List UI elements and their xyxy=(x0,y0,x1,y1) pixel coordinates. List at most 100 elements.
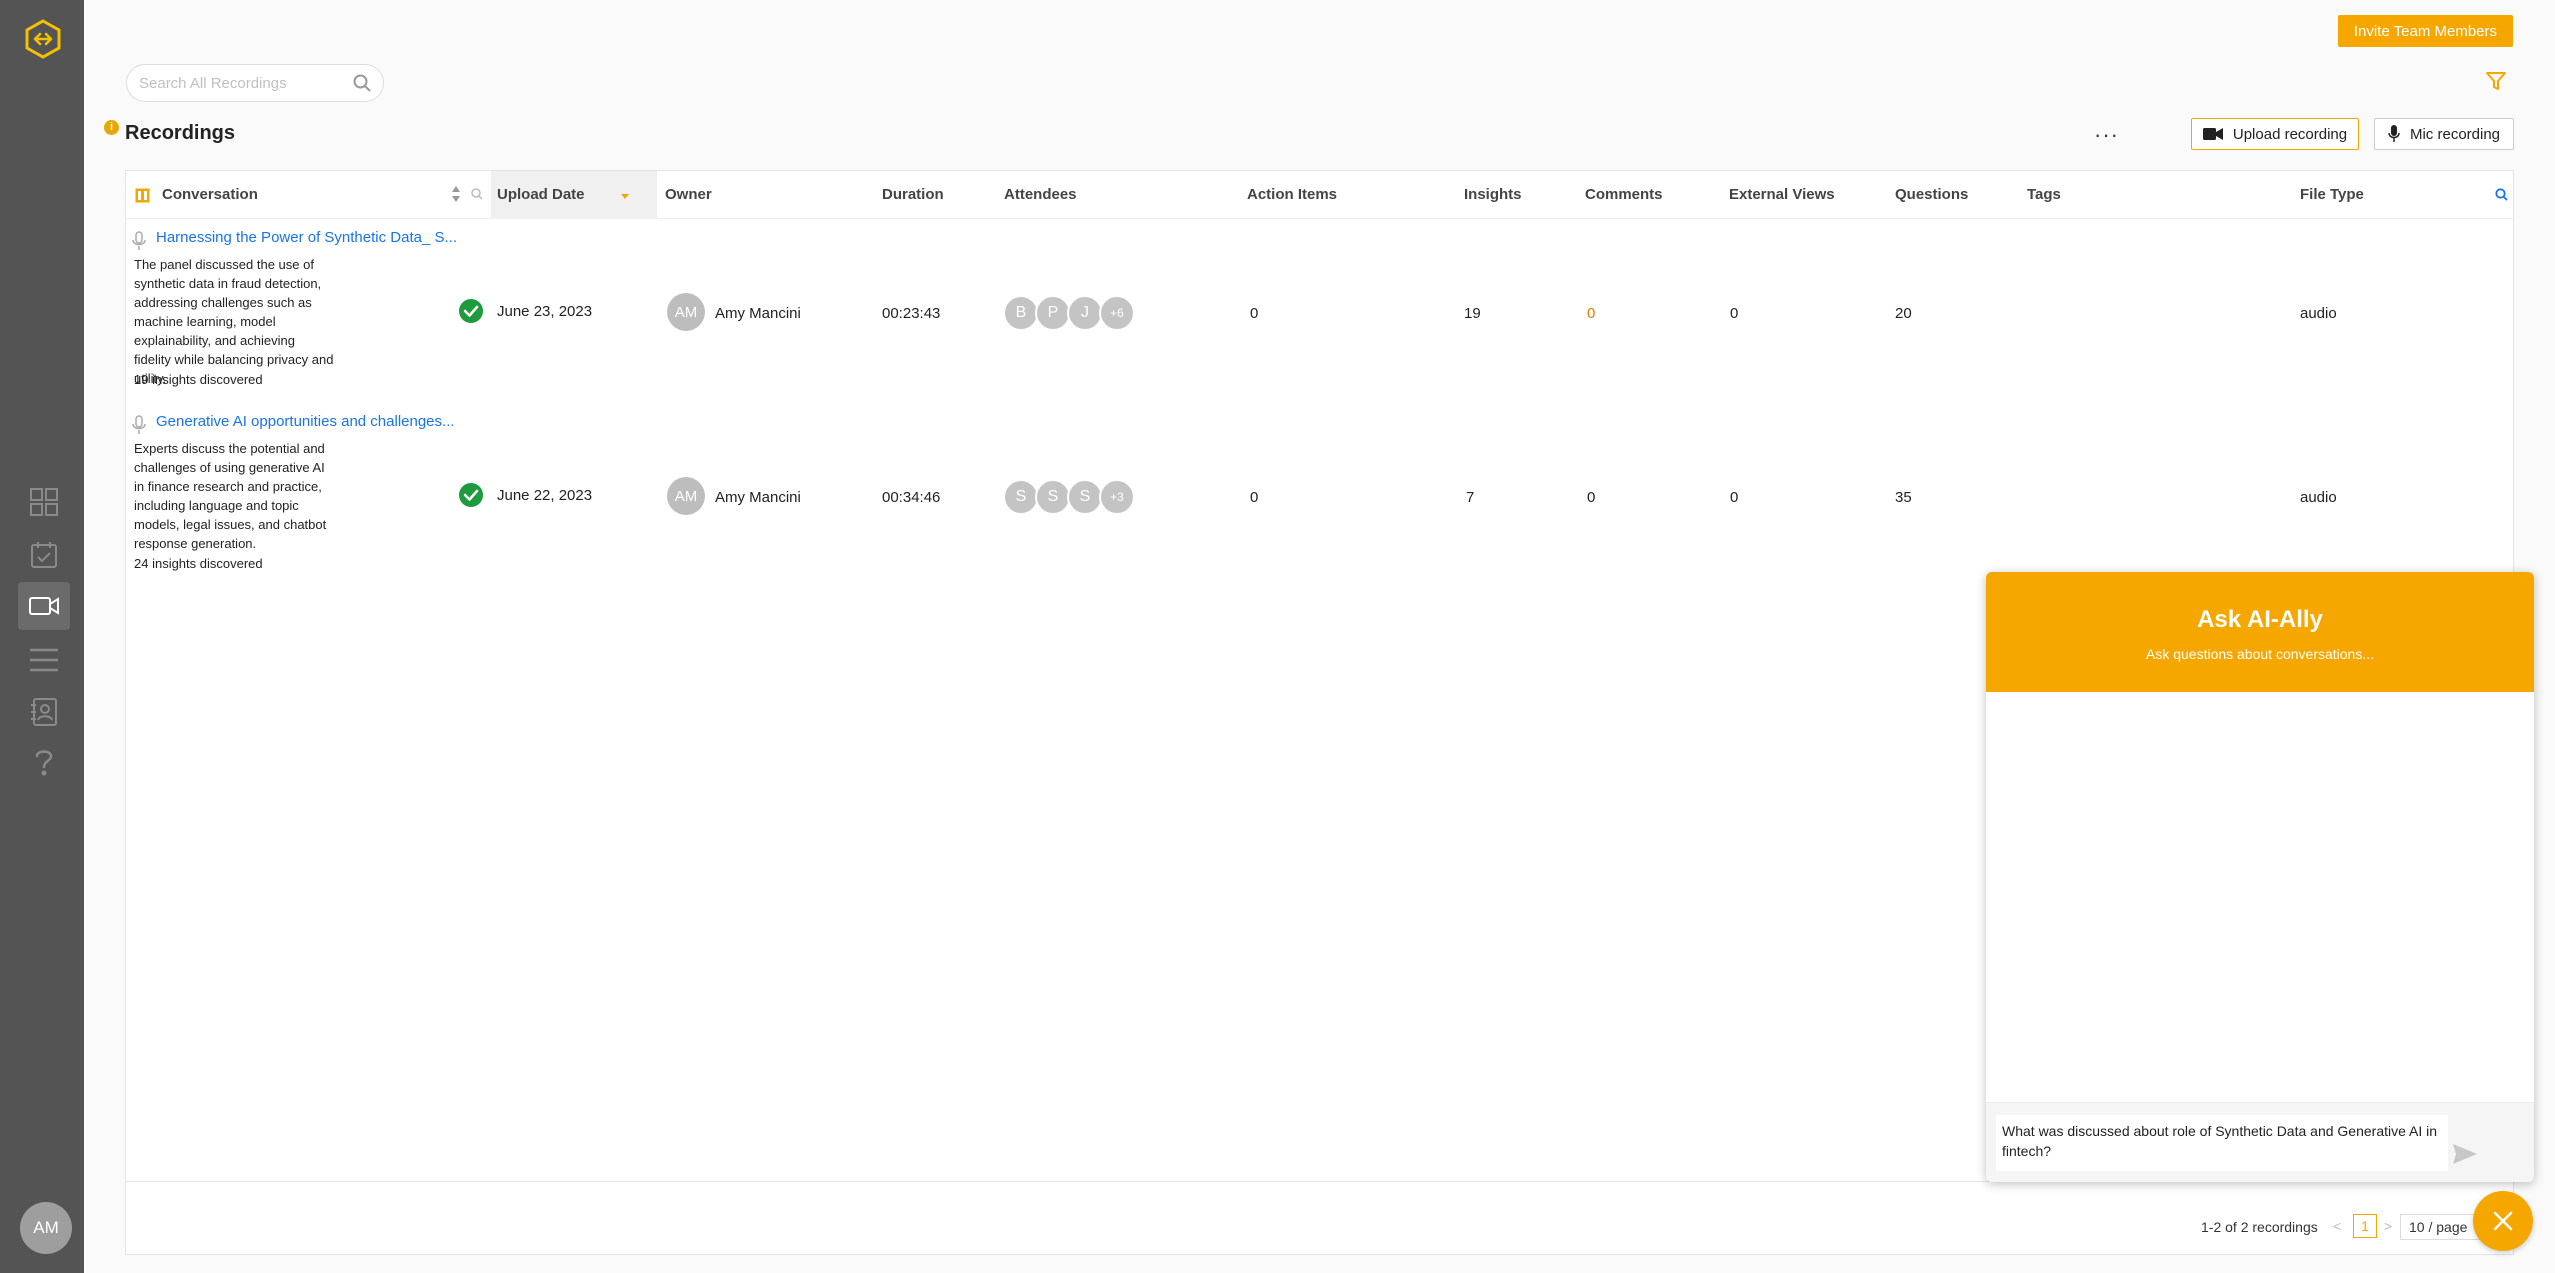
column-file-type[interactable]: File Type xyxy=(2300,171,2364,219)
search-recordings[interactable] xyxy=(126,64,384,102)
column-conversation[interactable]: Conversation xyxy=(162,171,258,219)
ally-subtitle: Ask questions about conversations... xyxy=(2145,646,2375,662)
external-views-count: 0 xyxy=(1730,305,1739,322)
external-views-count: 0 xyxy=(1730,489,1739,506)
owner-avatar: AM xyxy=(667,293,705,331)
more-options-button[interactable]: ··· xyxy=(2094,122,2119,148)
microphone-icon xyxy=(132,231,146,250)
attendee-avatar[interactable]: S xyxy=(1035,479,1071,515)
search-icon[interactable] xyxy=(353,74,371,92)
upload-recording-label: Upload recording xyxy=(2232,125,2348,143)
mic-recording-button[interactable]: Mic recording xyxy=(2374,118,2514,150)
upload-date: June 23, 2023 xyxy=(497,303,593,320)
column-owner[interactable]: Owner xyxy=(665,171,712,219)
ally-title: Ask AI-Ally xyxy=(2197,606,2323,633)
column-questions[interactable]: Questions xyxy=(1895,171,1968,219)
check-icon xyxy=(459,299,483,323)
pagination-prev-button[interactable]: < xyxy=(2333,1218,2341,1234)
sort-desc-icon[interactable] xyxy=(620,193,630,200)
attendee-avatar[interactable]: B xyxy=(1003,295,1039,331)
search-icon[interactable] xyxy=(471,188,483,200)
column-action-items[interactable]: Action Items xyxy=(1247,171,1337,219)
attendee-avatar[interactable]: J xyxy=(1067,295,1103,331)
attendee-avatar[interactable]: P xyxy=(1035,295,1071,331)
pagination-next-button[interactable]: > xyxy=(2384,1218,2392,1234)
conversation-title-link[interactable]: Generative AI opportunities and challeng… xyxy=(156,413,455,430)
table-header: Conversation Upload Date Owner Duration … xyxy=(126,171,2513,219)
app-logo-icon[interactable] xyxy=(22,18,64,60)
upload-recording-button[interactable]: Upload recording xyxy=(2191,118,2359,150)
column-comments[interactable]: Comments xyxy=(1585,171,1663,219)
insights-discovered: 24 insights discovered xyxy=(134,556,263,571)
sidebar-item-contacts[interactable] xyxy=(24,692,64,732)
insights-count: 19 xyxy=(1464,305,1481,322)
page-size-select[interactable]: 10 / page xyxy=(2400,1214,2480,1240)
page-title: Recordings xyxy=(125,122,236,144)
insights-discovered: 19 insights discovered xyxy=(134,372,263,387)
ally-question-input[interactable]: What was discussed about role of Synthet… xyxy=(1996,1115,2448,1171)
column-settings-icon[interactable] xyxy=(135,188,150,203)
close-chat-button[interactable] xyxy=(2473,1191,2533,1251)
ally-input-area: What was discussed about role of Synthet… xyxy=(1986,1102,2534,1182)
insights-count: 7 xyxy=(1466,489,1475,506)
conversation-title-link[interactable]: Harnessing the Power of Synthetic Data_ … xyxy=(156,229,457,246)
pagination-count: 1-2 of 2 recordings xyxy=(2201,1219,2318,1235)
sort-icon[interactable] xyxy=(451,185,461,203)
comments-count: 0 xyxy=(1587,305,1596,322)
check-icon xyxy=(459,483,483,507)
file-type: audio xyxy=(2300,305,2337,322)
attendee-avatar[interactable]: S xyxy=(1003,479,1039,515)
upload-date: June 22, 2023 xyxy=(497,487,593,504)
attendee-avatar[interactable]: S xyxy=(1067,479,1103,515)
video-camera-icon xyxy=(2202,128,2223,140)
attendee-more-avatar[interactable]: +3 xyxy=(1099,479,1135,515)
owner-name: Amy Mancini xyxy=(715,489,801,506)
video-camera-icon xyxy=(29,597,59,615)
owner-name: Amy Mancini xyxy=(715,305,801,322)
sidebar-item-recordings[interactable] xyxy=(18,582,70,630)
sidebar-item-list[interactable] xyxy=(24,640,64,680)
file-type: audio xyxy=(2300,489,2337,506)
pagination: 1-2 of 2 recordings < 1 > 10 / page xyxy=(126,1181,2513,1256)
column-tags[interactable]: Tags xyxy=(2027,171,2061,219)
info-icon[interactable]: i xyxy=(104,120,119,135)
send-icon[interactable] xyxy=(2452,1143,2478,1165)
filter-icon[interactable] xyxy=(2485,70,2507,92)
sidebar-item-meetings[interactable] xyxy=(24,535,64,575)
sidebar-item-help[interactable] xyxy=(24,742,64,782)
column-upload-date[interactable]: Upload Date xyxy=(491,171,657,219)
conversation-summary: The panel discussed the use of synthetic… xyxy=(134,257,334,386)
menu-lines-icon xyxy=(30,648,58,672)
questions-count: 35 xyxy=(1895,489,1912,506)
comments-count: 0 xyxy=(1587,489,1596,506)
mic-recording-label: Mic recording xyxy=(2409,125,2501,143)
grid-icon xyxy=(30,488,58,516)
column-insights[interactable]: Insights xyxy=(1464,171,1522,219)
sidebar-item-dashboard[interactable] xyxy=(24,482,64,522)
table-row[interactable]: Harnessing the Power of Synthetic Data_ … xyxy=(126,229,2513,413)
ask-ai-ally-panel: Ask AI-Ally Ask questions about conversa… xyxy=(1986,572,2534,1182)
calendar-check-icon xyxy=(31,542,57,568)
invite-team-members-button[interactable]: Invite Team Members xyxy=(2337,15,2513,47)
search-icon[interactable] xyxy=(2495,188,2508,201)
column-external-views[interactable]: External Views xyxy=(1729,171,1835,219)
sidebar: AM xyxy=(0,0,84,1273)
owner-avatar: AM xyxy=(667,477,705,515)
user-avatar[interactable]: AM xyxy=(20,1202,72,1254)
ally-header: Ask AI-Ally Ask questions about conversa… xyxy=(1986,572,2534,692)
search-input[interactable] xyxy=(139,74,353,92)
contact-book-icon xyxy=(31,698,57,726)
table-row[interactable]: Generative AI opportunities and challeng… xyxy=(126,413,2513,597)
close-icon xyxy=(2493,1211,2513,1231)
action-items-count: 0 xyxy=(1250,489,1259,506)
attendee-more-avatar[interactable]: +6 xyxy=(1099,295,1135,331)
microphone-icon xyxy=(2388,125,2400,142)
microphone-icon xyxy=(132,415,146,434)
column-duration[interactable]: Duration xyxy=(882,171,944,219)
conversation-summary: Experts discuss the potential and challe… xyxy=(134,441,327,551)
pagination-page-1[interactable]: 1 xyxy=(2353,1214,2377,1238)
column-attendees[interactable]: Attendees xyxy=(1004,171,1077,219)
help-icon xyxy=(35,750,53,776)
duration: 00:34:46 xyxy=(882,489,941,506)
duration: 00:23:43 xyxy=(882,305,941,322)
